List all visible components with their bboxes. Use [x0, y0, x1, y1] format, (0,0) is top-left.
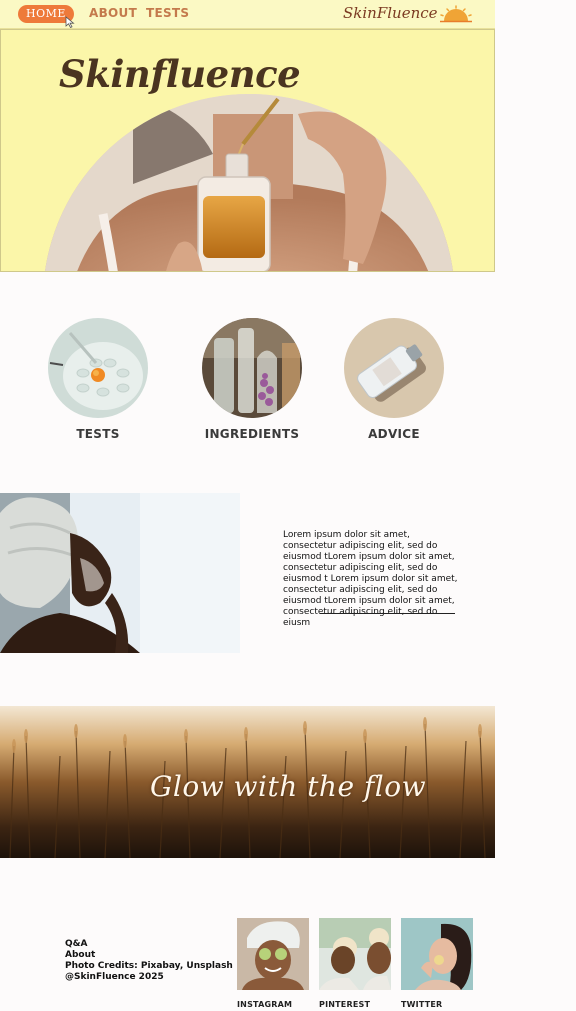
nav-about-link[interactable]: ABOUT: [89, 6, 137, 20]
article-divider: [320, 613, 455, 614]
towel-woman-photo: [0, 493, 240, 653]
towel-woman-illustration: [0, 493, 240, 653]
twitter-thumbnail[interactable]: [401, 918, 473, 990]
category-tests[interactable]: TESTS: [43, 318, 153, 441]
category-label[interactable]: ADVICE: [339, 427, 449, 441]
instagram-label[interactable]: INSTAGRAM: [237, 1000, 309, 1009]
ingredients-bottles-image: [202, 318, 302, 418]
social-instagram[interactable]: INSTAGRAM: [237, 918, 309, 1009]
ingredients-thumbnail[interactable]: [202, 318, 302, 418]
category-label[interactable]: INGREDIENTS: [197, 427, 307, 441]
top-nav: HOME ABOUT TESTS SkinFluence: [0, 0, 495, 29]
footer-links: Q&A About Photo Credits: Pixabay, Unspla…: [65, 939, 233, 983]
nav-logo-text[interactable]: SkinFluence: [343, 4, 438, 22]
footer-photo-credits: Photo Credits: Pixabay, Unsplash: [65, 961, 233, 971]
footer-about-link[interactable]: About: [65, 950, 233, 961]
pinterest-label[interactable]: PINTEREST: [319, 1000, 391, 1009]
hero-serum-photo: [43, 94, 455, 271]
tests-thumbnail[interactable]: [48, 318, 148, 418]
hero-photo-illustration: [43, 94, 455, 271]
footer-qa-link[interactable]: Q&A: [65, 939, 233, 950]
hero-title: Skinfluence: [59, 52, 301, 96]
category-ingredients[interactable]: INGREDIENTS: [197, 318, 307, 441]
tests-palette-image: [48, 318, 148, 418]
footer-copyright: @SkinFluence 2025: [65, 972, 164, 982]
social-twitter[interactable]: TWITTER: [401, 918, 473, 1009]
article-text: Lorem ipsum dolor sit amet, consectetur …: [283, 530, 458, 628]
instagram-thumbnail[interactable]: [237, 918, 309, 990]
advice-thumbnail[interactable]: [344, 318, 444, 418]
page: HOME ABOUT TESTS SkinFluence Skinfluence…: [0, 0, 576, 1011]
social-pinterest[interactable]: PINTEREST: [319, 918, 391, 1009]
pinterest-thumbnail[interactable]: [319, 918, 391, 990]
sunrise-logo-icon: [440, 5, 472, 23]
category-advice[interactable]: ADVICE: [339, 318, 449, 441]
grass-banner: Glow with the flow: [0, 706, 495, 858]
nav-tests-link[interactable]: TESTS: [146, 6, 189, 20]
hero-banner: Skinfluence: [0, 29, 495, 272]
instagram-photo: [237, 918, 309, 990]
mouse-cursor-icon: [65, 16, 75, 28]
banner-slogan: Glow with the flow: [150, 770, 427, 803]
category-label[interactable]: TESTS: [43, 427, 153, 441]
twitter-label[interactable]: TWITTER: [401, 1000, 473, 1009]
pinterest-photo: [319, 918, 391, 990]
twitter-photo: [401, 918, 473, 990]
advice-bottle-image: [344, 318, 444, 418]
